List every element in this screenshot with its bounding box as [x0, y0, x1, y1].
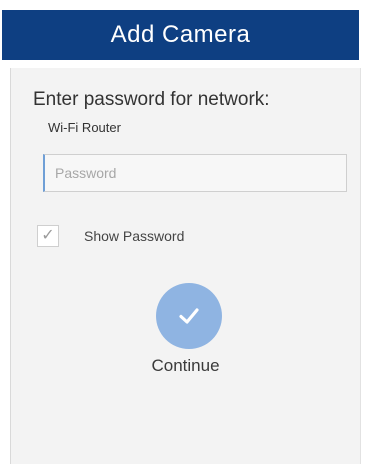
network-name-label: Wi-Fi Router — [48, 120, 121, 135]
show-password-row[interactable]: ✓ Show Password — [37, 225, 184, 247]
password-input[interactable] — [43, 154, 347, 192]
title-bar: Add Camera — [2, 10, 359, 60]
network-prompt-label: Enter password for network: — [33, 89, 270, 110]
continue-button[interactable] — [156, 283, 222, 349]
checkmark-icon: ✓ — [41, 227, 55, 244]
show-password-checkbox[interactable]: ✓ — [37, 225, 59, 247]
network-password-panel: Enter password for network: Wi-Fi Router… — [10, 68, 361, 464]
continue-label[interactable]: Continue — [11, 356, 360, 376]
app-screen: Add Camera Enter password for network: W… — [0, 0, 366, 474]
show-password-label[interactable]: Show Password — [84, 228, 184, 244]
checkmark-icon — [179, 308, 199, 324]
page-title: Add Camera — [110, 21, 251, 48]
